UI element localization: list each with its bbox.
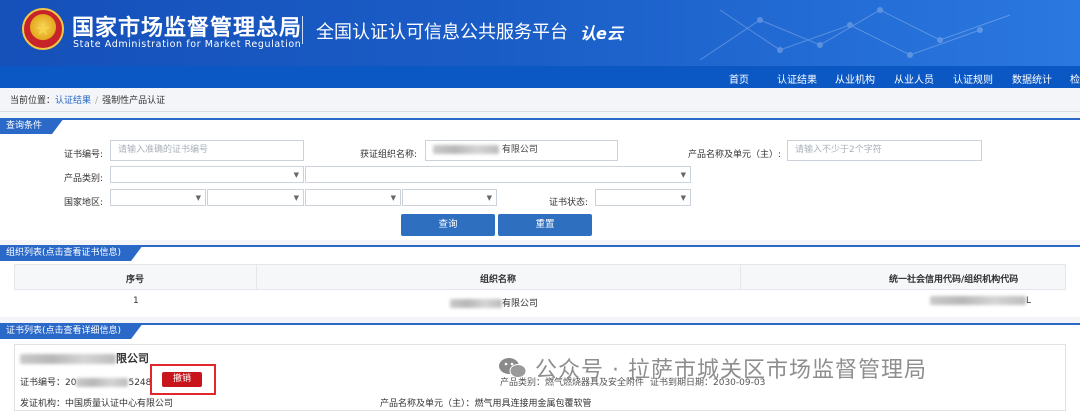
cert-number-prefix: 20 xyxy=(65,378,77,388)
org-row-name[interactable]: 有限公司 xyxy=(450,296,538,309)
breadcrumb-current: 强制性产品认证 xyxy=(102,96,166,106)
national-emblem-icon: ★ xyxy=(22,8,64,50)
breadcrumb-divider xyxy=(0,111,1080,112)
category-label: 产品类别: xyxy=(64,174,104,184)
cert-issuer-label: 发证机构： xyxy=(20,399,66,409)
org-row-code-suffix: L xyxy=(1026,296,1032,306)
redacted-org-name xyxy=(450,299,502,308)
region-select-2[interactable]: ▼ xyxy=(207,189,304,206)
platform-title: 全国认证认可信息公共服务平台 xyxy=(316,22,568,43)
header-banner: ★ 国家市场监督管理总局 State Administration for Ma… xyxy=(0,0,1080,66)
redacted-cert-number xyxy=(76,378,129,387)
region-select-3[interactable]: ▼ xyxy=(305,189,401,206)
network-pattern-decoration xyxy=(699,7,1011,61)
status-select[interactable]: ▼ xyxy=(595,189,691,206)
chevron-down-icon: ▼ xyxy=(195,194,201,202)
product-name-input[interactable]: 请输入不少于2个字符 xyxy=(787,140,982,161)
cert-issuer: 发证机构：中国质量认证中心有限公司 xyxy=(20,396,173,409)
column-header-credit-code: 统一社会信用代码/组织机构代码 xyxy=(889,275,1019,285)
redacted-org-name xyxy=(433,145,499,154)
region-select-4[interactable]: ▼ xyxy=(402,189,497,206)
column-header-org-name: 组织名称 xyxy=(480,275,517,285)
query-panel-title: 查询条件 xyxy=(0,118,64,134)
org-row-name-suffix: 有限公司 xyxy=(502,299,539,309)
nav-personnel[interactable]: 从业人员 xyxy=(894,71,934,86)
highlight-box xyxy=(150,364,216,395)
nav-cert-results[interactable]: 认证结果 xyxy=(777,71,817,86)
org-name-input-suffix: 有限公司 xyxy=(501,145,538,155)
chevron-down-icon: ▼ xyxy=(680,194,686,202)
nav-more[interactable]: 检 xyxy=(1070,71,1080,86)
chevron-down-icon: ▼ xyxy=(390,194,396,202)
status-label: 证书状态: xyxy=(549,198,589,208)
cert-company-name[interactable]: 限公司 xyxy=(20,350,149,366)
main-nav: 首页 认证结果 从业机构 从业人员 认证规则 数据统计 检 xyxy=(0,66,1080,88)
column-divider xyxy=(256,265,257,289)
org-list-title: 组织列表(点击查看证书信息) xyxy=(0,245,143,261)
breadcrumb-prefix: 当前位置： xyxy=(10,96,56,106)
subcategory-select[interactable]: ▼ xyxy=(305,166,691,183)
header-divider xyxy=(302,16,303,44)
column-header-index: 序号 xyxy=(126,275,145,285)
breadcrumb: 当前位置：认证结果 / 强制性产品认证 xyxy=(10,93,165,106)
agency-title-english: State Administration for Market Regulati… xyxy=(73,39,302,50)
breadcrumb-separator: / xyxy=(95,96,99,106)
cert-product-label: 产品名称及单元（主）： xyxy=(380,399,475,409)
search-button[interactable]: 查询 xyxy=(401,214,495,236)
org-row-code[interactable]: L xyxy=(930,296,1031,306)
cert-no-label: 证书编号: xyxy=(64,150,104,160)
category-select[interactable]: ▼ xyxy=(110,166,304,183)
redacted-company-name xyxy=(20,354,116,364)
watermark-text: 公众号 · 拉萨市城关区市场监督管理局 xyxy=(535,358,927,383)
chevron-down-icon: ▼ xyxy=(293,194,299,202)
cert-no-input[interactable]: 请输入准确的证书编号 xyxy=(110,140,304,161)
product-name-label: 产品名称及单元（主）: xyxy=(688,150,782,160)
region-label: 国家地区: xyxy=(64,198,104,208)
column-divider xyxy=(740,265,741,289)
cert-company-suffix: 限公司 xyxy=(116,352,149,365)
nav-statistics[interactable]: 数据统计 xyxy=(1012,71,1052,86)
chevron-down-icon: ▼ xyxy=(486,194,492,202)
wechat-icon xyxy=(499,358,527,378)
org-table-header: 序号 组织名称 统一社会信用代码/组织机构代码 xyxy=(14,264,1066,290)
cert-number: 证书编号：20 5248 xyxy=(20,375,151,388)
redacted-credit-code xyxy=(930,296,1026,305)
org-name-input[interactable]: 有限公司 xyxy=(425,140,618,161)
region-select-1[interactable]: ▼ xyxy=(110,189,206,206)
cert-number-label: 证书编号： xyxy=(20,378,66,388)
org-name-label: 获证组织名称: xyxy=(360,150,418,160)
org-row-index[interactable]: 1 xyxy=(133,296,139,306)
nav-institutions[interactable]: 从业机构 xyxy=(835,71,875,86)
cert-issuer-value: 中国质量认证中心有限公司 xyxy=(65,399,174,409)
agency-title: 国家市场监督管理总局 xyxy=(72,16,303,41)
breadcrumb-cert-results[interactable]: 认证结果 xyxy=(55,96,91,106)
chevron-down-icon: ▼ xyxy=(680,171,686,179)
cert-product-value: 燃气用具连接用金属包覆软管 xyxy=(474,399,592,409)
cert-list-title: 证书列表(点击查看详细信息) xyxy=(0,323,143,339)
cert-number-suffix: 5248 xyxy=(128,378,152,388)
cert-product-name: 产品名称及单元（主）：燃气用具连接用金属包覆软管 xyxy=(380,396,592,409)
reset-button[interactable]: 重置 xyxy=(498,214,592,236)
chevron-down-icon: ▼ xyxy=(293,171,299,179)
nav-home[interactable]: 首页 xyxy=(729,71,749,86)
nav-cert-rules[interactable]: 认证规则 xyxy=(953,71,993,86)
platform-logo: 认e云 xyxy=(580,24,623,43)
